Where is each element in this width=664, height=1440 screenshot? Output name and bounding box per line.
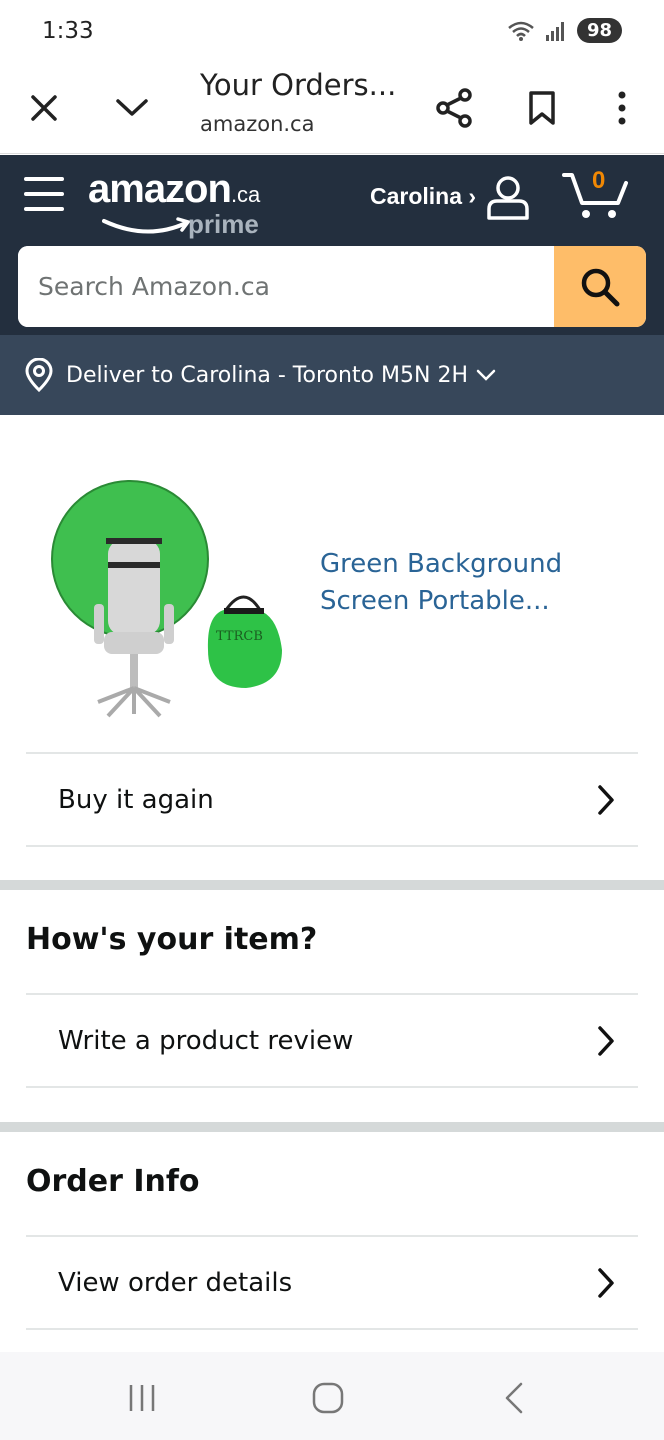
home-icon[interactable] [304,1378,352,1418]
browser-toolbar: Your Orders... amazon.ca [0,64,664,154]
chevron-down-icon[interactable] [108,84,156,132]
product-image[interactable]: TTRCB [48,452,298,722]
cart-count: 0 [592,167,606,194]
system-nav-bar [0,1352,664,1440]
logo-smile-icon [102,217,191,234]
status-time: 1:33 [42,18,94,44]
logo-tld-text: .ca [230,182,261,207]
status-bar: 1:33 98 [0,0,664,64]
bag-label: TTRCB [216,629,263,644]
write-review-row[interactable]: Write a product review [26,993,638,1088]
search-icon [581,268,620,306]
account-link[interactable]: Carolina › [370,183,476,210]
logo-main-text: amazon [88,167,232,211]
deliver-to-bar[interactable]: Deliver to Carolina - Toronto M5N 2H [0,335,664,415]
buy-again-row[interactable]: Buy it again [26,752,638,847]
logo-prime-text: prime [188,209,259,239]
wifi-icon [508,21,534,41]
search-input[interactable] [18,246,554,327]
section-divider [0,1122,664,1132]
battery-badge: 98 [576,18,622,43]
chevron-right-icon [598,785,614,815]
product-title-line1: Green Background [320,549,563,579]
product-title-line2: Screen Portable... [320,586,550,616]
amazon-header: amazon.ca prime Carolina › 0 [0,155,664,335]
deliver-to-text: Deliver to Carolina - Toronto M5N 2H [66,362,468,388]
bookmark-icon[interactable] [518,84,566,132]
buy-again-label: Buy it again [58,784,214,815]
status-icons: 98 [507,18,622,43]
recent-apps-icon[interactable] [118,1378,166,1418]
user-icon[interactable] [484,175,532,221]
write-review-label: Write a product review [58,1025,354,1056]
view-order-details-row[interactable]: View order details [26,1235,638,1330]
page-title: Your Orders... [200,68,397,102]
chevron-right-icon [598,1268,614,1298]
section-divider [0,880,664,890]
amazon-logo[interactable]: amazon.ca prime [88,167,261,239]
more-options-icon[interactable] [598,84,646,132]
location-pin-icon [25,358,53,392]
search-box [18,246,646,327]
product-card: TTRCB Green Background Screen Portable..… [0,416,664,752]
chevron-down-icon [476,369,496,381]
order-info-heading: Order Info [26,1164,200,1199]
page-url[interactable]: amazon.ca [200,112,314,136]
view-order-details-label: View order details [58,1267,293,1298]
share-icon[interactable] [430,84,478,132]
signal-icon [545,21,564,41]
product-title-link[interactable]: Green Background Screen Portable... [320,546,620,620]
hows-item-heading: How's your item? [26,922,318,957]
search-button[interactable] [554,246,646,327]
close-icon[interactable] [20,84,68,132]
back-icon[interactable] [490,1378,538,1418]
hamburger-menu-icon[interactable] [24,177,64,215]
chevron-right-icon [598,1026,614,1056]
